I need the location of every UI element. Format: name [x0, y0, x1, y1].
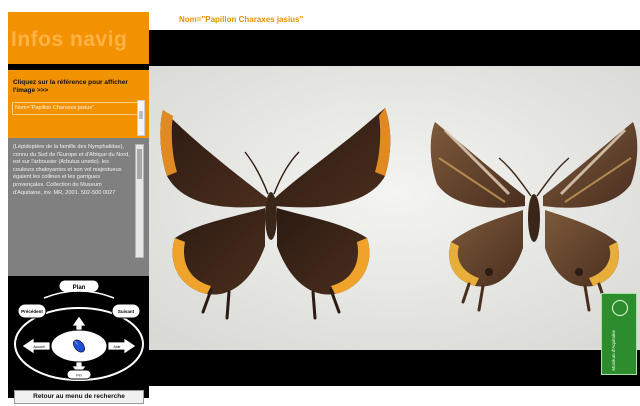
nav-end-label: Fin: [76, 373, 82, 378]
nav-plan-button[interactable]: Plan: [58, 279, 100, 293]
museum-label-text: Muséum d'Aquitaine: [611, 330, 616, 371]
nav-next-label: Suivant: [118, 309, 135, 314]
image-title: Nom="Papillon Charaxes jasius": [179, 15, 304, 24]
description-text: (Lépidoptère de la famille des Nymphalid…: [13, 144, 130, 196]
nav-previous-label: Précédent: [21, 309, 43, 314]
navigation-diagram: Plan Précédent Suivant Accueil Aide Fin: [14, 279, 144, 381]
reference-scrollbar[interactable]: [137, 100, 145, 136]
brand-title: Infos navig: [11, 28, 128, 51]
nav-home-label: Accueil: [33, 345, 45, 349]
nav-previous-button[interactable]: Précédent: [17, 303, 47, 319]
scroll-thumb[interactable]: [137, 149, 142, 179]
image-top-band: [149, 30, 640, 66]
photo-background: [149, 66, 640, 350]
click-hint: Cliquez sur la référence pour afficher l…: [13, 79, 128, 94]
bottom-strip: [149, 386, 640, 406]
nav-next-button[interactable]: Suivant: [111, 303, 141, 319]
nav-plan-label: Plan: [73, 285, 86, 291]
brand-panel: Infos navig: [8, 12, 149, 64]
nav-help-button[interactable]: Aide: [107, 337, 137, 355]
scroll-thumb[interactable]: [139, 111, 143, 119]
sidebar: Infos navig Cliquez sur la référence pou…: [8, 12, 149, 404]
title-bar: Nom="Papillon Charaxes jasius": [149, 12, 640, 30]
nav-help-label: Aide: [113, 345, 120, 349]
reference-select[interactable]: Nom="Papillon Charaxes jasius": [12, 102, 140, 115]
back-to-search-button[interactable]: Retour au menu de recherche: [14, 390, 144, 404]
museum-label-tag: Muséum d'Aquitaine: [601, 293, 637, 375]
app-window: Infos navig Cliquez sur la référence pou…: [0, 0, 640, 406]
description-panel: (Lépidoptère de la famille des Nymphalid…: [8, 138, 149, 276]
image-bottom-band: [149, 350, 640, 386]
description-scrollbar[interactable]: [135, 144, 144, 258]
nav-home-button[interactable]: Accueil: [21, 337, 51, 355]
museum-seal-icon: [612, 300, 628, 316]
butterfly-photo: [149, 66, 640, 350]
nav-end-button[interactable]: Fin: [66, 369, 92, 380]
